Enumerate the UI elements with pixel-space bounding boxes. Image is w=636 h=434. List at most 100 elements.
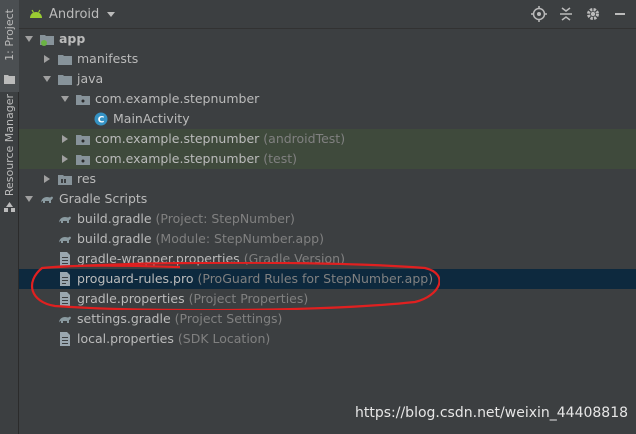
chevron-down-icon bbox=[107, 11, 116, 17]
tree-node-name: settings.gradle bbox=[77, 311, 171, 326]
collapse-all-icon[interactable] bbox=[558, 6, 574, 22]
tree-node-name: Gradle Scripts bbox=[59, 191, 148, 206]
view-selector-label: Android bbox=[49, 6, 100, 22]
tree-node-label: build.gradle (Project: StepNumber) bbox=[77, 211, 295, 226]
tree-node-name: build.gradle bbox=[77, 211, 152, 226]
package-icon bbox=[76, 95, 90, 105]
tree-node-name: app bbox=[59, 31, 86, 46]
tree-node-hint: (Project Properties) bbox=[188, 291, 309, 306]
properties-file-icon bbox=[60, 252, 70, 266]
folder-icon bbox=[58, 75, 72, 85]
tree-node[interactable]: com.example.stepnumber bbox=[19, 89, 636, 109]
minimize-icon[interactable] bbox=[612, 6, 628, 22]
tree-node-label: manifests bbox=[77, 51, 138, 66]
tree-node-name: com.example.stepnumber bbox=[95, 131, 260, 146]
package-icon bbox=[76, 155, 90, 165]
project-tool-tab[interactable]: 1: Project bbox=[0, 0, 19, 92]
expand-arrow-down-icon[interactable] bbox=[61, 96, 69, 102]
tree-node[interactable]: com.example.stepnumber (test) bbox=[19, 149, 636, 169]
svg-text:C: C bbox=[98, 116, 105, 126]
expand-arrow-right-icon[interactable] bbox=[62, 135, 68, 143]
tree-node[interactable]: gradle-wrapper.properties (Gradle Version… bbox=[19, 249, 636, 269]
tree-node-label: build.gradle (Module: StepNumber.app) bbox=[77, 231, 324, 246]
tree-node-label: gradle-wrapper.properties (Gradle Version… bbox=[77, 251, 345, 266]
resource-manager-icon bbox=[4, 202, 15, 212]
tree-node-hint: (Project Settings) bbox=[174, 311, 283, 326]
package-icon bbox=[76, 135, 90, 145]
tree-node-name: com.example.stepnumber bbox=[95, 151, 260, 166]
tree-node[interactable]: build.gradle (Module: StepNumber.app) bbox=[19, 229, 636, 249]
tree-node-label: proguard-rules.pro (ProGuard Rules for St… bbox=[77, 271, 433, 286]
project-toolbar: Android bbox=[19, 0, 636, 29]
tree-node[interactable]: proguard-rules.pro (ProGuard Rules for St… bbox=[19, 269, 636, 289]
side-tool-strip: 1: Project Resource Manager bbox=[0, 0, 19, 434]
properties-file-icon bbox=[60, 292, 70, 306]
expand-arrow-right-icon[interactable] bbox=[44, 175, 50, 183]
tree-node[interactable]: app bbox=[19, 29, 636, 49]
file-icon bbox=[60, 272, 70, 286]
tree-node-label: res bbox=[77, 171, 96, 186]
tree-node[interactable]: manifests bbox=[19, 49, 636, 69]
gradle-icon bbox=[59, 316, 71, 323]
tree-node-label: gradle.properties (Project Properties) bbox=[77, 291, 308, 306]
tree-node-name: manifests bbox=[77, 51, 139, 66]
class-icon: C bbox=[94, 112, 108, 126]
tree-node[interactable]: settings.gradle (Project Settings) bbox=[19, 309, 636, 329]
expand-arrow-right-icon[interactable] bbox=[62, 155, 68, 163]
tree-node[interactable]: java bbox=[19, 69, 636, 89]
view-selector[interactable]: Android bbox=[29, 6, 116, 22]
tree-node-label: java bbox=[77, 71, 103, 86]
tree-node-name: java bbox=[77, 71, 104, 86]
folder-icon bbox=[4, 75, 15, 84]
properties-file-icon bbox=[60, 332, 70, 346]
tree-node-label: settings.gradle (Project Settings) bbox=[77, 311, 282, 326]
tree-node-label: com.example.stepnumber (androidTest) bbox=[95, 131, 345, 146]
tree-node-hint: (ProGuard Rules for StepNumber.app) bbox=[197, 271, 434, 286]
gradle-icon bbox=[59, 216, 71, 223]
tree-node-label: MainActivity bbox=[113, 111, 190, 126]
tree-node-label: Gradle Scripts bbox=[59, 191, 147, 206]
tree-node-name: gradle-wrapper.properties bbox=[77, 251, 240, 266]
expand-arrow-down-icon[interactable] bbox=[43, 76, 51, 82]
tree-node-name: gradle.properties bbox=[77, 291, 185, 306]
tree-node-name: com.example.stepnumber bbox=[95, 91, 260, 106]
tree-node-label: com.example.stepnumber (test) bbox=[95, 151, 297, 166]
tree-node-name: MainActivity bbox=[113, 111, 190, 126]
android-icon bbox=[30, 9, 42, 18]
tree-node-hint: (androidTest) bbox=[263, 131, 346, 146]
expand-arrow-down-icon[interactable] bbox=[25, 196, 33, 202]
tree-node[interactable]: com.example.stepnumber (androidTest) bbox=[19, 129, 636, 149]
tree-node-label: app bbox=[59, 31, 85, 46]
tree-node[interactable]: res bbox=[19, 169, 636, 189]
tree-node-label: local.properties (SDK Location) bbox=[77, 331, 270, 346]
gradle-icon bbox=[59, 236, 71, 243]
tree-node-hint: (SDK Location) bbox=[177, 331, 271, 346]
tree-node-hint: (Project: StepNumber) bbox=[155, 211, 295, 226]
project-panel: Android app manifests java com.example.s… bbox=[19, 0, 636, 434]
tree-node[interactable]: local.properties (SDK Location) bbox=[19, 329, 636, 349]
tree-node-hint: (test) bbox=[263, 151, 298, 166]
expand-arrow-right-icon[interactable] bbox=[44, 55, 50, 63]
tree-node[interactable]: C MainActivity bbox=[19, 109, 636, 129]
resource-manager-tool-tab[interactable]: Resource Manager bbox=[0, 92, 19, 218]
tree-node-hint: (Gradle Version) bbox=[243, 251, 345, 266]
tree-node-label: com.example.stepnumber bbox=[95, 91, 259, 106]
tree-node[interactable]: Gradle Scripts bbox=[19, 189, 636, 209]
tree-node[interactable]: gradle.properties (Project Properties) bbox=[19, 289, 636, 309]
tree-node[interactable]: build.gradle (Project: StepNumber) bbox=[19, 209, 636, 229]
tree-node-name: local.properties bbox=[77, 331, 174, 346]
tree-node-hint: (Module: StepNumber.app) bbox=[155, 231, 324, 246]
gear-icon[interactable] bbox=[585, 6, 601, 22]
watermark-text: https://blog.csdn.net/weixin_44408818 bbox=[355, 405, 629, 421]
res-folder-icon bbox=[58, 175, 72, 185]
toolbar-actions bbox=[531, 6, 628, 22]
expand-arrow-down-icon[interactable] bbox=[25, 36, 33, 42]
module-icon bbox=[40, 35, 54, 46]
tree-node-name: proguard-rules.pro bbox=[77, 271, 194, 286]
resource-manager-tab-label: Resource Manager bbox=[3, 93, 16, 197]
folder-icon bbox=[58, 55, 72, 65]
tree-node-name: build.gradle bbox=[77, 231, 152, 246]
target-icon[interactable] bbox=[531, 6, 547, 22]
tree-node-name: res bbox=[77, 171, 97, 186]
project-tab-label: 1: Project bbox=[3, 9, 16, 61]
